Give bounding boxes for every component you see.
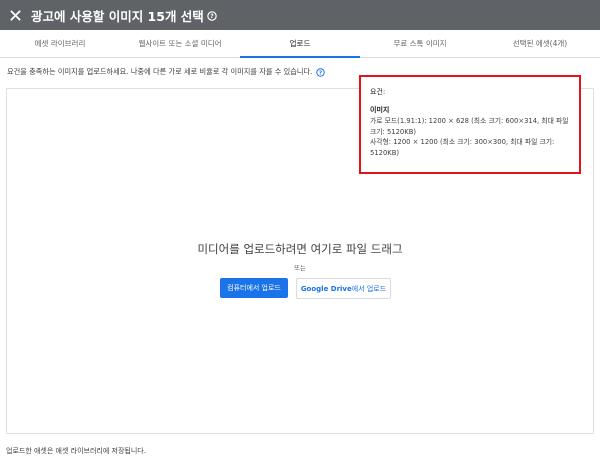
- close-icon: [9, 9, 21, 21]
- tab-stock-images[interactable]: 무료 스톡 이미지: [360, 30, 480, 57]
- requirements-line: 5120KB): [370, 148, 400, 157]
- tab-label: 웹사이트 또는 소셜 미디어: [138, 39, 222, 48]
- dialog-title-wrap: 광고에 사용할 이미지 15개 선택 ?: [31, 6, 217, 25]
- tab-upload[interactable]: 업로드: [240, 30, 360, 58]
- instruction-text: 요건을 충족하는 이미지를 업로드하세요. 나중에 다른 가로 세로 비율로 각…: [7, 67, 313, 76]
- tab-label: 에셋 라이브러리: [34, 39, 86, 48]
- upload-from-google-drive-button[interactable]: Google Drive 에서 업로드: [296, 278, 391, 299]
- dialog-title: 광고에 사용할 이미지 15개 선택: [31, 9, 204, 24]
- help-icon[interactable]: ?: [207, 10, 217, 21]
- tab-label: 무료 스톡 이미지: [393, 39, 447, 48]
- tab-bar: 에셋 라이브러리 웹사이트 또는 소셜 미디어 업로드 무료 스톡 이미지 선택…: [0, 30, 600, 58]
- svg-text:?: ?: [210, 13, 214, 20]
- drive-suffix-label: 에서 업로드: [351, 284, 387, 293]
- requirements-line: 사각형: 1200 × 1200 (최소 크기: 300×300, 최대 파일 …: [370, 138, 555, 146]
- requirements-box: 요건: 이미지 가로 모드(1.91:1): 1200 × 628 (최소 크기…: [359, 75, 581, 174]
- svg-text:?: ?: [319, 70, 322, 76]
- requirements-heading: 요건:: [370, 88, 386, 96]
- requirements-subheading: 이미지: [370, 106, 390, 114]
- dialog-header: 광고에 사용할 이미지 15개 선택 ?: [0, 0, 600, 30]
- help-icon[interactable]: ?: [316, 67, 326, 77]
- upload-button-label: 컴퓨터에서 업로드: [227, 284, 281, 292]
- close-button[interactable]: [6, 6, 24, 24]
- tab-website-social[interactable]: 웹사이트 또는 소셜 미디어: [120, 30, 240, 57]
- tab-label: 선택된 에셋(4개): [512, 39, 568, 48]
- upload-instruction: 요건을 충족하는 이미지를 업로드하세요. 나중에 다른 가로 세로 비율로 각…: [7, 67, 326, 77]
- upload-from-computer-button[interactable]: 컴퓨터에서 업로드: [220, 278, 288, 298]
- drive-brand-label: Google Drive: [300, 284, 352, 293]
- requirements-line: 가로 모드(1.91:1): 1200 × 628 (최소 크기: 600×31…: [370, 117, 569, 125]
- footer-note: 업로드한 애셋은 애셋 라이브러리에 저장됩니다.: [6, 447, 146, 455]
- tab-label: 업로드: [289, 39, 311, 48]
- tab-selected-assets[interactable]: 선택된 에셋(4개): [480, 30, 600, 57]
- requirements-line: 크기: 5120KB): [370, 127, 417, 136]
- or-text: 또는: [294, 264, 306, 272]
- tab-asset-library[interactable]: 에셋 라이브러리: [0, 30, 120, 57]
- drop-zone-text: 미디어를 업로드하려면 여기로 파일 드래그: [197, 242, 403, 256]
